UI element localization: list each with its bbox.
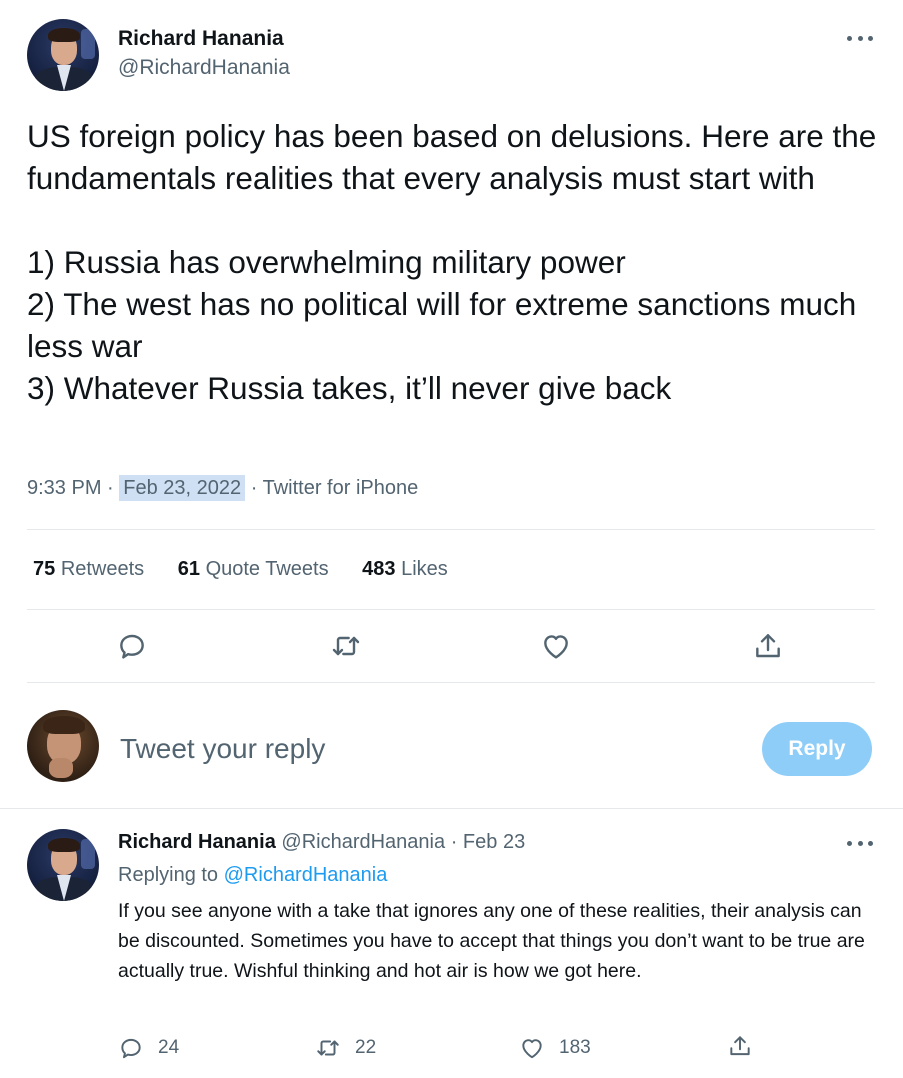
meta-separator: · xyxy=(107,477,114,499)
retweets-stat[interactable]: 75 Retweets xyxy=(33,558,144,580)
divider xyxy=(27,682,875,683)
retweets-count: 75 xyxy=(33,558,56,580)
replying-to-link[interactable]: @RichardHanania xyxy=(224,864,388,886)
retweet-arrows-icon xyxy=(332,636,360,656)
divider xyxy=(27,609,875,610)
reply-input[interactable]: Tweet your reply xyxy=(120,733,325,765)
more-dots-icon[interactable] xyxy=(847,838,873,848)
tweet-meta: 9:33 PM · Feb 23, 2022 · Twitter for iPh… xyxy=(27,475,419,501)
user-avatar[interactable] xyxy=(27,710,99,782)
reply-count: 24 xyxy=(158,1037,180,1058)
retweet-arrows-icon xyxy=(317,1040,339,1056)
tweet-stats: 75 Retweets 61 Quote Tweets 483 Likes xyxy=(33,558,476,581)
like-count: 183 xyxy=(559,1037,591,1058)
reply-share-button[interactable] xyxy=(727,1033,753,1059)
reply-date[interactable]: Feb 23 xyxy=(463,831,525,853)
divider xyxy=(0,808,903,809)
divider xyxy=(27,529,875,530)
retweet-button[interactable] xyxy=(330,630,362,662)
reply-reply-button[interactable]: 24 xyxy=(118,1035,179,1061)
tweet-date[interactable]: Feb 23, 2022 xyxy=(119,475,246,501)
replying-to: Replying to @RichardHanania xyxy=(118,864,387,887)
author-name[interactable]: Richard Hanania xyxy=(118,27,284,51)
meta-separator-2: · xyxy=(250,477,258,499)
speech-bubble-icon xyxy=(120,634,144,659)
reply-header: Richard Hanania @RichardHanania · Feb 23 xyxy=(118,831,525,854)
heart-icon xyxy=(544,635,568,659)
reply-text: If you see anyone with a take that ignor… xyxy=(118,900,865,982)
reply-author-handle[interactable]: @RichardHanania xyxy=(281,831,445,853)
reply-retweet-button[interactable]: 22 xyxy=(315,1035,376,1061)
likes-count: 483 xyxy=(362,558,396,580)
retweets-label: Retweets xyxy=(60,558,145,580)
like-button[interactable] xyxy=(540,630,572,662)
quotes-stat[interactable]: 61 Quote Tweets xyxy=(178,558,329,580)
reply-author-name[interactable]: Richard Hanania xyxy=(118,831,276,853)
quotes-count: 61 xyxy=(177,558,200,580)
reply-button[interactable] xyxy=(116,630,148,662)
reply-author-avatar[interactable] xyxy=(27,829,99,901)
speech-bubble-icon xyxy=(121,1038,141,1059)
more-dots-icon[interactable] xyxy=(847,33,873,43)
heart-icon xyxy=(522,1039,542,1059)
author-handle[interactable]: @RichardHanania xyxy=(118,56,290,80)
tweet-text: US foreign policy has been based on delu… xyxy=(27,118,877,406)
likes-stat[interactable]: 483 Likes xyxy=(362,558,448,580)
tweet-source[interactable]: Twitter for iPhone xyxy=(263,477,419,499)
reply-separator: · xyxy=(450,831,458,853)
reply-like-button[interactable]: 183 xyxy=(519,1035,591,1061)
tweet-time[interactable]: 9:33 PM xyxy=(27,477,101,499)
retweet-count: 22 xyxy=(355,1037,377,1058)
author-avatar[interactable] xyxy=(27,19,99,91)
share-upload-icon xyxy=(730,1036,750,1056)
likes-label: Likes xyxy=(401,558,448,580)
replying-prefix: Replying to xyxy=(118,864,219,886)
reply-submit-button[interactable]: Reply xyxy=(762,722,872,776)
quotes-label: Quote Tweets xyxy=(205,558,329,580)
share-upload-icon xyxy=(756,634,780,658)
share-button[interactable] xyxy=(752,630,784,662)
